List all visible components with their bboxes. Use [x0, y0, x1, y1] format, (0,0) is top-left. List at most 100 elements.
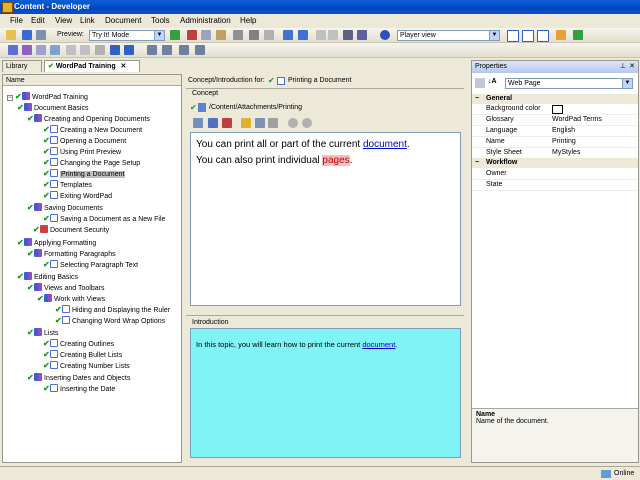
property-row[interactable]: Name Printing	[472, 137, 638, 148]
document-link[interactable]: document	[362, 340, 395, 349]
close-icon[interactable]: ✕	[121, 63, 127, 70]
refresh-icon[interactable]	[573, 30, 583, 40]
category-workflow[interactable]: − Workflow	[472, 158, 638, 168]
view-select[interactable]: Player view ▼	[397, 30, 500, 41]
check-in-icon[interactable]	[179, 45, 189, 55]
indent-icon[interactable]	[147, 45, 157, 55]
collapse-icon[interactable]: −	[475, 158, 479, 168]
tab-wordpad-training[interactable]: ✔ WordPad Training ✕	[44, 60, 140, 72]
tree-node-selected[interactable]: ✔ Printing a Document	[43, 168, 126, 179]
cut-icon[interactable]	[187, 30, 197, 40]
replace-icon[interactable]	[357, 30, 367, 40]
tree-node[interactable]: − ✔ WordPad Training	[7, 91, 88, 102]
open-icon[interactable]	[6, 30, 16, 40]
pages-link[interactable]: pages	[322, 155, 350, 166]
tree-node[interactable]: ✔ Lists	[27, 327, 58, 338]
join-icon[interactable]	[328, 30, 338, 40]
tab-library[interactable]: Library	[2, 60, 42, 72]
tree-node[interactable]: ✔ Inserting the Date	[43, 383, 115, 394]
menu-help[interactable]: Help	[240, 16, 256, 25]
go-icon[interactable]	[170, 30, 180, 40]
new-chapter-icon[interactable]	[22, 45, 32, 55]
tree-node[interactable]: ✔ Creating a New Document	[43, 124, 142, 135]
menu-document[interactable]: Document	[105, 16, 141, 25]
tree-node[interactable]: ✔ Inserting Dates and Objects	[27, 372, 130, 383]
print-icon[interactable]	[36, 30, 46, 40]
menu-edit[interactable]: Edit	[31, 16, 45, 25]
layout-2-icon[interactable]	[522, 30, 534, 42]
tree-node[interactable]: ✔ Document Security	[33, 224, 109, 235]
tree-node[interactable]: ✔ Creating and Opening Documents	[27, 113, 150, 124]
tree-node[interactable]: ✔ Work with Views	[37, 293, 105, 304]
close-doc-icon[interactable]	[264, 30, 274, 40]
stop-icon[interactable]	[302, 118, 312, 128]
remove-icon[interactable]	[95, 45, 105, 55]
layout-3-icon[interactable]	[537, 30, 549, 42]
category-general[interactable]: − General	[472, 94, 638, 104]
tree-node[interactable]: ✔ Templates	[43, 179, 92, 190]
settings-icon[interactable]	[255, 118, 265, 128]
property-row[interactable]: Glossary WordPad Terms	[472, 115, 638, 126]
tree-node[interactable]: ✔ Creating Outlines	[43, 338, 114, 349]
collapse-icon[interactable]: −	[7, 95, 13, 101]
properties-icon[interactable]	[249, 30, 259, 40]
layout-1-icon[interactable]	[507, 30, 519, 42]
property-type-select[interactable]: Web Page ▼	[505, 78, 633, 89]
insert-icon[interactable]	[208, 118, 218, 128]
property-row[interactable]: State	[472, 180, 638, 191]
tree-node[interactable]: ✔ Changing Word Wrap Options	[55, 315, 165, 326]
publish-icon[interactable]	[556, 30, 566, 40]
tree-node[interactable]: ✔ Opening a Document	[43, 135, 126, 146]
tree-node[interactable]: ✔ Saving a Document as a New File	[43, 213, 165, 224]
concept-editor[interactable]: You can print all or part of the current…	[190, 132, 461, 306]
help-icon[interactable]	[380, 30, 390, 40]
menu-view[interactable]: View	[55, 16, 72, 25]
format-icon[interactable]	[268, 118, 278, 128]
copy-icon[interactable]	[201, 30, 211, 40]
split-icon[interactable]	[316, 30, 326, 40]
close-icon[interactable]: ✕	[629, 61, 635, 73]
save-icon[interactable]	[22, 30, 32, 40]
tree-node[interactable]: ✔ Creating Bullet Lists	[43, 349, 122, 360]
menu-administration[interactable]: Administration	[180, 16, 231, 25]
tree-node[interactable]: ✔ Changing the Page Setup	[43, 157, 140, 168]
tree-node[interactable]: ✔ Hiding and Displaying the Ruler	[55, 304, 170, 315]
outdent-icon[interactable]	[162, 45, 172, 55]
tree-node[interactable]: ✔ Saving Documents	[27, 202, 103, 213]
property-row[interactable]: Background color	[472, 104, 638, 115]
link-icon[interactable]	[66, 45, 76, 55]
property-row[interactable]: Language English	[472, 126, 638, 137]
play-icon[interactable]	[288, 118, 298, 128]
move-up-icon[interactable]	[110, 45, 120, 55]
redo-icon[interactable]	[298, 30, 308, 40]
undo-icon[interactable]	[283, 30, 293, 40]
tree-node[interactable]: ✔ Editing Basics	[17, 271, 78, 282]
tree-node[interactable]: ✔ Formatting Paragraphs	[27, 248, 116, 259]
preview-mode-select[interactable]: Try It! Mode ▼	[89, 30, 165, 41]
new-topic-icon[interactable]	[36, 45, 46, 55]
document-link[interactable]: document	[363, 139, 407, 150]
sort-alpha-icon[interactable]: ↓A	[488, 78, 497, 85]
tree-node[interactable]: ✔ Using Print Preview	[43, 146, 121, 157]
tree-node[interactable]: ✔ Creating Number Lists	[43, 360, 130, 371]
tree-node[interactable]: ✔ Views and Toolbars	[27, 282, 104, 293]
categorized-icon[interactable]	[475, 78, 485, 88]
paste-icon[interactable]	[216, 30, 226, 40]
tree-node[interactable]: ✔ Selecting Paragraph Text	[43, 259, 138, 270]
menu-tools[interactable]: Tools	[151, 16, 170, 25]
tree-node[interactable]: ✔ Document Basics	[17, 102, 88, 113]
color-swatch[interactable]	[552, 105, 563, 114]
link-icon[interactable]	[193, 118, 203, 128]
unlink-icon[interactable]	[222, 118, 232, 128]
tree-node[interactable]: ✔ Exiting WordPad	[43, 190, 112, 201]
edit-icon[interactable]	[241, 118, 251, 128]
menu-link[interactable]: Link	[80, 16, 95, 25]
collapse-icon[interactable]: −	[475, 94, 479, 104]
find-icon[interactable]	[343, 30, 353, 40]
new-section-icon[interactable]	[50, 45, 60, 55]
move-down-icon[interactable]	[124, 45, 134, 55]
introduction-editor[interactable]: In this topic, you will learn how to pri…	[190, 328, 461, 458]
new-book-icon[interactable]	[8, 45, 18, 55]
check-out-icon[interactable]	[195, 45, 205, 55]
property-row[interactable]: Owner	[472, 169, 638, 180]
